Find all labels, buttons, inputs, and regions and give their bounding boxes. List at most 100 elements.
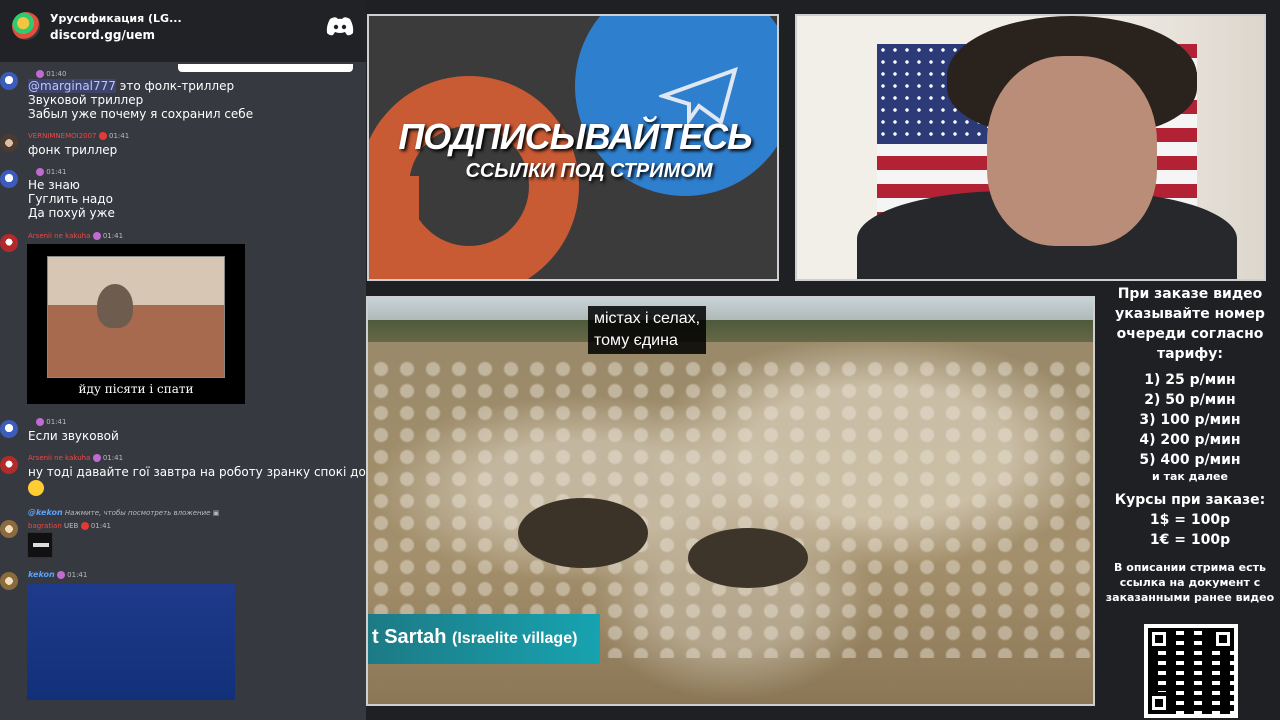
subscribe-banner: ПОДПИСЫВАЙТЕСЬ ССЫЛКИ ПОД СТРИМОМ <box>367 14 779 281</box>
discord-chat-overlay: Урусификация (LG... discord.gg/uem 01:40… <box>0 0 366 720</box>
location-lower-third: t Sartah (Israelite village) <box>368 614 600 664</box>
qr-finder <box>1148 628 1170 650</box>
server-icon <box>12 12 40 40</box>
role-badge-icon <box>92 232 101 240</box>
location-name: t Sartah <box>372 626 447 648</box>
role-badge-icon <box>36 418 44 426</box>
server-name: Урусификация (LG... <box>50 12 182 25</box>
qr-code-icon[interactable] <box>1144 624 1238 718</box>
message-meta: 01:41 <box>36 418 66 426</box>
message-meta: bagratian UEB 01:41 <box>28 522 111 530</box>
video-stone-walls <box>368 358 1093 658</box>
chat-input-strip <box>178 64 353 72</box>
avatar <box>0 572 18 590</box>
order-instructions: При заказе видео указывайте номер очеред… <box>1115 286 1265 362</box>
role-badge-icon <box>36 168 44 176</box>
message-line: Гуглить надо <box>28 192 113 206</box>
message-time: 01:41 <box>46 168 67 176</box>
user-mention[interactable]: @marginal777 <box>28 79 116 93</box>
message-line: @marginal777 это фолк-триллер <box>28 79 234 93</box>
username[interactable]: Arsenii ne kakuha <box>28 454 90 462</box>
reply-username: @kekon <box>28 508 63 517</box>
message-text: это фолк-триллер <box>115 79 235 93</box>
reply-reference[interactable]: @kekon Нажмите, чтобы посмотреть вложени… <box>28 508 219 517</box>
message-time: 01:41 <box>108 132 130 140</box>
emoji-icon <box>28 480 44 496</box>
server-tag: UEB <box>64 522 79 530</box>
cat-image <box>47 256 225 378</box>
qr-finder <box>1212 628 1234 650</box>
image-attachment[interactable] <box>27 532 53 558</box>
message-meta: 01:41 <box>36 168 66 176</box>
patreon-logo-bar <box>369 176 419 279</box>
avatar <box>0 520 18 538</box>
webcam-feed <box>795 14 1266 281</box>
exchange-rate: 1€ = 100р <box>1149 532 1231 548</box>
video-subtitle: містах і селах, тому єдина <box>588 306 707 354</box>
message-line: Звуковой триллер <box>28 93 144 107</box>
qr-finder <box>1148 692 1170 714</box>
image-attachment[interactable] <box>27 584 235 700</box>
price-tier: 5) 400 р/мин <box>1139 452 1241 468</box>
main-video[interactable]: містах і селах, тому єдина t Sartah (Isr… <box>366 296 1095 706</box>
price-etc: и так далее <box>1152 470 1228 483</box>
avatar <box>0 234 18 252</box>
streamer-face <box>987 56 1157 246</box>
message-time: 01:41 <box>90 522 112 530</box>
message-line: Если звуковой <box>28 429 119 443</box>
image-icon: ▣ <box>212 509 220 517</box>
message-meta: kekon 01:41 <box>28 570 87 579</box>
username[interactable]: kekon <box>28 570 55 579</box>
location-description: (Israelite village) <box>452 630 578 647</box>
message-time: 01:41 <box>102 232 124 240</box>
message-meta: Arsenii ne kakuha 01:41 <box>28 454 123 462</box>
price-tier: 4) 200 р/мин <box>1139 432 1241 448</box>
price-tier: 3) 100 р/мин <box>1139 412 1241 428</box>
role-badge-icon <box>56 571 65 579</box>
username[interactable]: VERNIMNEMOI2007 <box>28 132 97 140</box>
banner-subtitle: ССЫЛКИ ПОД СТРИМОМ <box>465 160 713 182</box>
avatar <box>0 170 18 188</box>
live-badge-icon <box>98 132 107 140</box>
gif-caption: йду пісяти і спати <box>78 382 194 396</box>
live-badge-icon <box>80 522 89 530</box>
avatar <box>0 420 18 438</box>
video-excavation-pit <box>688 528 808 588</box>
discord-server-bar: Урусификация (LG... discord.gg/uem <box>0 0 366 72</box>
message-line: Да похуй уже <box>28 206 115 220</box>
message-time: 01:41 <box>102 454 124 462</box>
avatar <box>0 456 18 474</box>
exchange-rate: 1$ = 100р <box>1149 512 1231 528</box>
description-note: В описании стрима есть ссылка на докумен… <box>1105 561 1275 604</box>
message-time: 01:41 <box>67 571 88 579</box>
video-excavation-pit <box>518 498 648 568</box>
avatar <box>0 72 18 90</box>
role-badge-icon <box>36 70 44 78</box>
price-tier: 2) 50 р/мин <box>1144 392 1236 408</box>
stream-layout: Урусификация (LG... discord.gg/uem 01:40… <box>0 0 1280 720</box>
gif-embed[interactable]: йду пісяти і спати <box>27 244 245 404</box>
message-time: 01:40 <box>46 70 67 78</box>
price-tier: 1) 25 р/мин <box>1144 372 1236 388</box>
message-time: 01:41 <box>46 418 67 426</box>
message-meta: 01:40 <box>36 70 66 78</box>
message-line: Забыл уже почему я сохранил себе <box>28 107 254 121</box>
message-meta: VERNIMNEMOI2007 01:41 <box>28 132 129 140</box>
qr-code-grid <box>1148 628 1234 714</box>
rates-heading: Курсы при заказе: <box>1114 492 1266 508</box>
username[interactable]: bagratian <box>28 522 62 530</box>
message-line: фонк триллер <box>28 143 118 157</box>
banner-title: ПОДПИСЫВАЙТЕСЬ <box>398 116 752 157</box>
server-invite-link[interactable]: discord.gg/uem <box>50 28 155 42</box>
avatar <box>0 134 18 152</box>
reply-text: Нажмите, чтобы посмотреть вложение <box>64 509 211 517</box>
message-line: Не знаю <box>28 178 80 192</box>
discord-logo-icon <box>326 17 354 36</box>
role-badge-icon <box>92 454 101 462</box>
message-meta: Arsenii ne kakuha 01:41 <box>28 232 123 240</box>
username[interactable]: Arsenii ne kakuha <box>28 232 90 240</box>
message-line: ну тоді давайте гої завтра на роботу зра… <box>28 465 366 479</box>
subtitle-line: тому єдина <box>594 332 678 349</box>
subtitle-line: містах і селах, <box>594 310 701 327</box>
kitten-figure <box>97 284 133 328</box>
